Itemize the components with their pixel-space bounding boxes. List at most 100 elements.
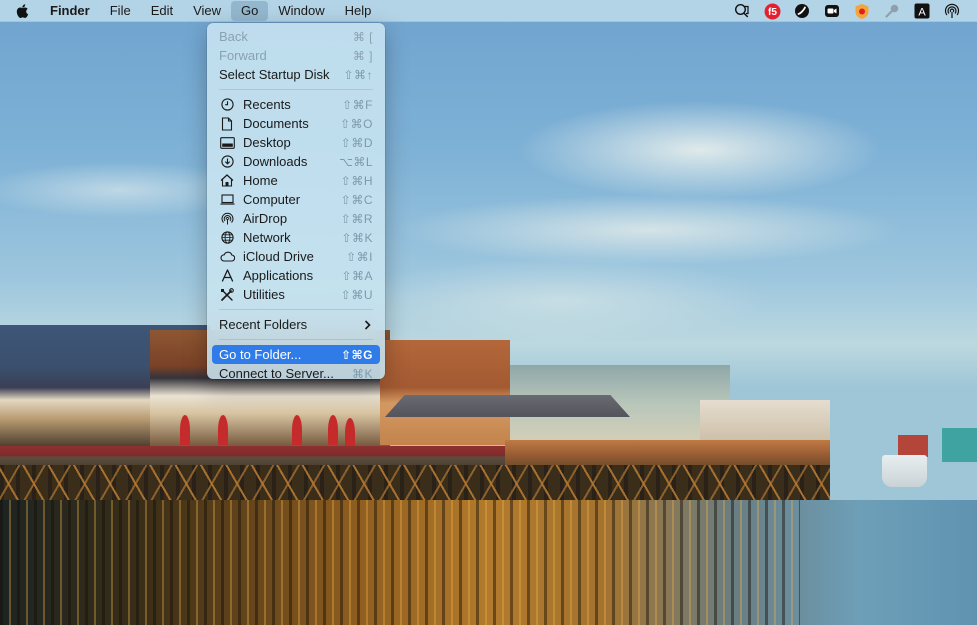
menu-item-shortcut: ⇧⌘O xyxy=(340,116,373,131)
menu-item-shortcut: ⇧⌘H xyxy=(340,173,373,188)
menu-window[interactable]: Window xyxy=(268,0,334,22)
apple-menu[interactable] xyxy=(0,0,44,22)
menu-separator xyxy=(219,309,373,310)
menu-item-connect-to-server[interactable]: Connect to Server... ⌘K xyxy=(212,364,380,383)
wallpaper-umbrella xyxy=(345,418,355,448)
menu-item-go-to-folder[interactable]: Go to Folder... ⇧⌘G xyxy=(212,345,380,364)
menu-separator xyxy=(219,89,373,90)
go-menu-dropdown: Back ⌘ [ Forward ⌘ ] Select Startup Disk… xyxy=(207,23,385,381)
menu-item-shortcut: ⌘ [ xyxy=(352,29,373,44)
menu-item-label: Connect to Server... xyxy=(219,366,334,381)
menu-item-label: Recent Folders xyxy=(219,317,308,332)
menu-item-label: Go to Folder... xyxy=(219,347,302,362)
wallpaper-building xyxy=(380,340,510,445)
status-menu-area: f5 A xyxy=(727,0,967,22)
zoom-video-icon[interactable] xyxy=(817,0,847,22)
menu-item-applications[interactable]: Applications ⇧⌘A xyxy=(212,266,380,285)
menu-item-label: Applications xyxy=(243,268,314,283)
menu-item-network[interactable]: Network ⇧⌘K xyxy=(212,228,380,247)
menu-item-desktop[interactable]: Desktop ⇧⌘D xyxy=(212,133,380,152)
menu-item-label: Forward xyxy=(219,48,267,63)
key-icon[interactable] xyxy=(877,0,907,22)
creative-cloud-icon[interactable] xyxy=(787,0,817,22)
menu-item-shortcut: ⇧⌘↑ xyxy=(343,67,373,82)
airdrop-wifi-icon[interactable] xyxy=(937,0,967,22)
menu-item-shortcut: ⇧⌘D xyxy=(340,135,373,150)
input-source-icon[interactable]: A xyxy=(907,0,937,22)
menu-bar: Finder File Edit View Go Window Help f5 … xyxy=(0,0,977,22)
download-icon xyxy=(219,154,235,170)
menu-item-label: Network xyxy=(243,230,291,245)
menu-item-shortcut: ⇧⌘F xyxy=(342,97,373,112)
menu-edit[interactable]: Edit xyxy=(141,0,183,22)
menu-item-shortcut: ⌥⌘L xyxy=(338,154,373,169)
menu-item-shortcut: ⌘ ] xyxy=(352,48,373,63)
menu-item-label: Desktop xyxy=(243,135,291,150)
menu-item-label: Back xyxy=(219,29,248,44)
menu-item-downloads[interactable]: Downloads ⌥⌘L xyxy=(212,152,380,171)
menu-item-icloud-drive[interactable]: iCloud Drive ⇧⌘I xyxy=(212,247,380,266)
network-globe-icon xyxy=(219,230,235,246)
wallpaper-umbrella xyxy=(328,415,338,445)
wallpaper-umbrella xyxy=(218,415,228,445)
menu-item-select-startup-disk[interactable]: Select Startup Disk ⇧⌘↑ xyxy=(212,65,380,84)
menu-go[interactable]: Go xyxy=(231,0,269,21)
menu-item-label: Home xyxy=(243,173,278,188)
clock-icon xyxy=(219,97,235,113)
wallpaper-reflections xyxy=(0,500,800,625)
menu-item-recents[interactable]: Recents ⇧⌘F xyxy=(212,95,380,114)
input-source-label: A xyxy=(918,7,926,19)
menu-finder[interactable]: Finder xyxy=(44,0,100,22)
menu-separator xyxy=(219,339,373,340)
cloud-icon xyxy=(219,249,235,265)
menu-item-forward: Forward ⌘ ] xyxy=(212,46,380,65)
f5-vpn-icon[interactable]: f5 xyxy=(757,0,787,22)
utilities-tools-icon xyxy=(219,287,235,303)
menu-item-back: Back ⌘ [ xyxy=(212,27,380,46)
menu-item-shortcut: ⌘K xyxy=(351,366,373,381)
menu-item-home[interactable]: Home ⇧⌘H xyxy=(212,171,380,190)
menu-item-label: AirDrop xyxy=(243,211,288,226)
document-icon xyxy=(219,116,235,132)
home-icon xyxy=(219,173,235,189)
menu-item-label: Select Startup Disk xyxy=(219,67,330,82)
menu-item-label: Downloads xyxy=(243,154,308,169)
apple-logo-icon xyxy=(16,3,29,18)
f5-label: f5 xyxy=(768,7,777,18)
wallpaper-roof xyxy=(385,395,630,417)
menu-view[interactable]: View xyxy=(183,0,231,22)
wallpaper-boat xyxy=(882,455,927,487)
menu-item-shortcut: ⇧⌘C xyxy=(340,192,373,207)
menu-item-utilities[interactable]: Utilities ⇧⌘U xyxy=(212,285,380,304)
menu-file[interactable]: File xyxy=(100,0,141,22)
menu-item-label: Recents xyxy=(243,97,291,112)
menu-item-recent-folders[interactable]: Recent Folders xyxy=(212,315,380,334)
wallpaper-deck xyxy=(505,440,830,468)
menu-item-shortcut: ⇧⌘U xyxy=(340,287,373,302)
menu-item-shortcut: ⇧⌘K xyxy=(341,230,373,245)
menu-item-computer[interactable]: Computer ⇧⌘C xyxy=(212,190,380,209)
menu-item-shortcut: ⇧⌘G xyxy=(340,347,373,362)
airdrop-icon xyxy=(219,211,235,227)
wallpaper-building xyxy=(700,400,830,445)
menu-item-label: Computer xyxy=(243,192,301,207)
menu-item-label: Utilities xyxy=(243,287,285,302)
applications-icon xyxy=(219,268,235,284)
menu-item-shortcut: ⇧⌘A xyxy=(341,268,373,283)
menu-help[interactable]: Help xyxy=(335,0,382,22)
menu-item-airdrop[interactable]: AirDrop ⇧⌘R xyxy=(212,209,380,228)
wallpaper-shed xyxy=(942,428,977,462)
wallpaper-umbrella xyxy=(292,415,302,445)
menu-item-shortcut: ⇧⌘R xyxy=(340,211,373,226)
laptop-icon xyxy=(219,192,235,208)
spotlight-chat-icon[interactable] xyxy=(727,0,757,22)
wallpaper-umbrella xyxy=(180,415,190,445)
menu-item-label: Documents xyxy=(243,116,309,131)
desktop-icon xyxy=(219,135,235,151)
wallpaper-shed xyxy=(898,435,928,457)
menu-item-label: iCloud Drive xyxy=(243,249,314,264)
menu-item-shortcut: ⇧⌘I xyxy=(346,249,373,264)
chevron-right-icon xyxy=(361,319,373,331)
menu-item-documents[interactable]: Documents ⇧⌘O xyxy=(212,114,380,133)
shield-vpn-icon[interactable] xyxy=(847,0,877,22)
